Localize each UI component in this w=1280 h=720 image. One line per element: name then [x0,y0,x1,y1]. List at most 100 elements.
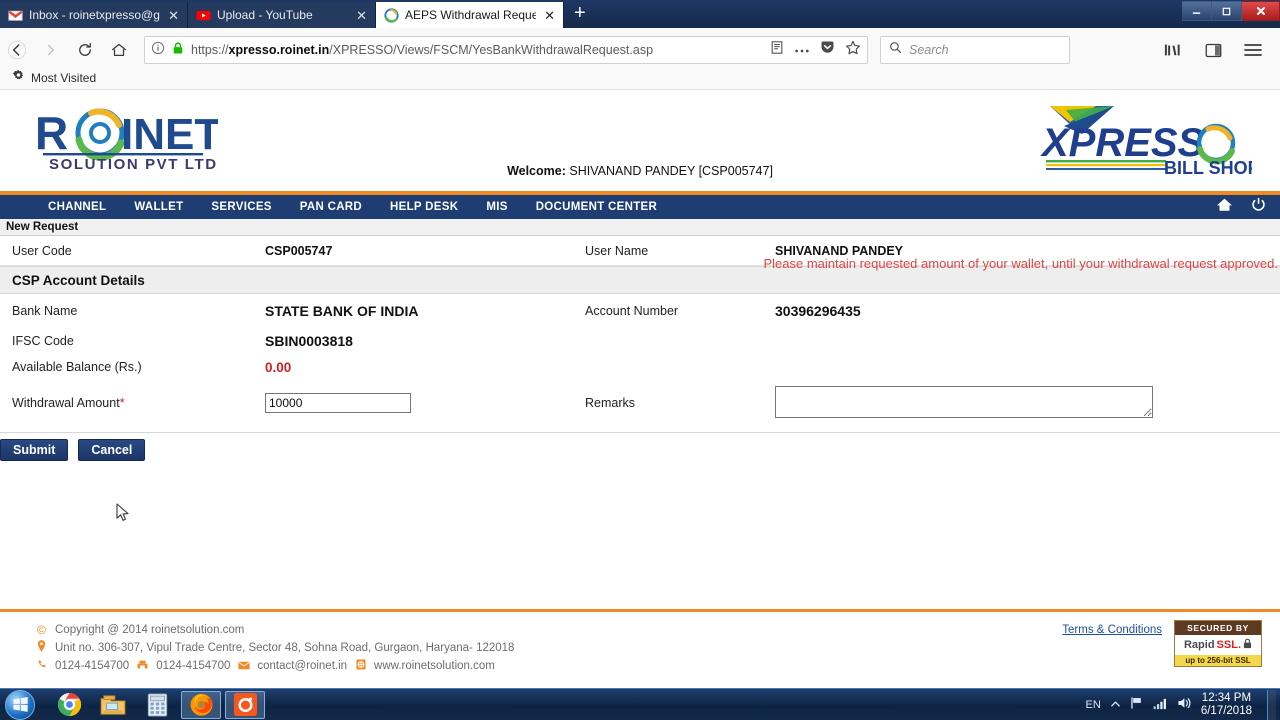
account-number-value: 30396296435 [775,303,861,319]
windows-taskbar: EN 12:34 PM 6/17/2018 [0,688,1280,720]
address-bar-url: https://xpresso.roinet.in/XPRESSO/Views/… [191,43,654,57]
gear-icon [12,69,25,87]
action-center-flag-icon[interactable] [1130,696,1144,713]
search-input[interactable]: Search [909,43,949,57]
footer-phone-text: 0124-4154700 [55,659,130,672]
form-actions: Submit Cancel Please maintain requested … [0,256,1280,461]
power-icon[interactable] [1251,197,1266,217]
welcome-user: SHIVANAND PANDEY [CSP005747] [569,164,773,178]
windows-start-orb[interactable] [5,689,35,720]
home-icon[interactable] [102,33,136,67]
nav-item-document-center[interactable]: DOCUMENT CENTER [522,201,671,213]
tab-title: Upload - YouTube [217,8,313,22]
withdrawal-amount-label: Withdrawal Amount* [12,396,125,410]
padlock-icon [1243,636,1252,654]
browser-tab-aeps-withdrawal-request[interactable]: AEPS Withdrawal Request ✕ [376,2,564,28]
taskbar-clock[interactable]: 12:34 PM 6/17/2018 [1201,692,1252,718]
roinet-icon [384,7,399,23]
tab-strip: Inbox - roinetxpresso@gmail.c ✕ Upload -… [0,0,596,28]
form-row-balance: Available Balance (Rs.) 0.00 [0,354,1280,380]
browser-tab-gmail[interactable]: Inbox - roinetxpresso@gmail.c ✕ [0,2,188,28]
remarks-textarea[interactable] [775,385,1153,418]
bookmarks-toolbar: Most Visited [0,66,1280,90]
roinet-logo[interactable]: R INET SOLUTION PVT LTD [33,105,221,173]
search-icon [889,41,902,59]
search-bar[interactable]: Search [880,36,1070,64]
volume-icon[interactable] [1177,696,1192,713]
network-signal-icon[interactable] [1153,697,1168,713]
withdrawal-request-form: User Code CSP005747 User Name SHIVANAND … [0,236,1280,461]
remarks-label: Remarks [585,396,636,410]
bank-name-label: Bank Name [12,304,78,318]
form-row-ifsc: IFSC Code SBIN0003818 [0,328,1280,354]
footer-address-text: Unit no. 306-307, Vipul Trade Centre, Se… [55,641,515,654]
ssl-badge-brand-b: SSL. [1216,639,1241,651]
pocket-icon[interactable] [820,40,835,60]
globe-icon [354,659,367,673]
nav-item-wallet[interactable]: WALLET [120,201,197,213]
welcome-message: Welcome: SHIVANAND PANDEY [CSP005747] [0,164,1280,178]
ifsc-code-value: SBIN0003818 [265,333,353,349]
terms-and-conditions-link[interactable]: Terms & Conditions [1062,624,1162,636]
forward-arrow-icon [34,33,68,67]
taskbar-firefox-icon[interactable] [181,690,221,719]
home-icon[interactable] [1216,197,1233,217]
site-header: R INET SOLUTION PVT LTD XPRESS BILL SHOP… [0,90,1280,191]
browser-tab-youtube[interactable]: Upload - YouTube ✕ [188,2,376,28]
site-footer: © Copyright @ 2014 roinetsolution.com Un… [0,609,1280,688]
web-page-content: R INET SOLUTION PVT LTD XPRESS BILL SHOP… [0,90,1280,688]
nav-item-services[interactable]: SERVICES [197,201,285,213]
footer-email-text[interactable]: contact@roinet.in [257,660,347,672]
footer-right: Terms & Conditions SECURED BY Rapid SSL. … [1062,620,1262,667]
toolbar-right-actions [1156,33,1280,67]
chevron-up-icon[interactable] [1110,699,1121,711]
footer-website-text[interactable]: www.roinetsolution.com [374,660,495,672]
envelope-icon [237,659,250,673]
screen: Inbox - roinetxpresso@gmail.c ✕ Upload -… [0,0,1280,720]
bookmark-most-visited[interactable]: Most Visited [31,71,96,85]
page-actions-icon[interactable] [794,41,810,59]
taskbar-file-explorer-icon[interactable] [93,691,133,719]
show-desktop-button[interactable] [1267,689,1276,720]
rapidssl-badge[interactable]: SECURED BY Rapid SSL. up to 256-bit SSL [1174,620,1262,667]
back-arrow-icon[interactable] [0,33,34,67]
required-asterisk: * [119,396,125,410]
sidebar-icon[interactable] [1196,33,1230,67]
taskbar-calculator-icon[interactable] [137,691,177,719]
close-button[interactable] [1242,1,1280,21]
close-icon[interactable]: ✕ [166,9,181,22]
copyright-icon: © [37,622,46,637]
close-icon[interactable]: ✕ [542,9,557,22]
bookmark-star-icon[interactable] [845,40,861,61]
ssl-badge-top-text: SECURED BY [1175,621,1261,635]
hamburger-menu-icon[interactable] [1236,33,1270,67]
padlock-icon[interactable] [172,41,184,60]
maximize-button[interactable] [1212,1,1242,21]
gmail-icon [8,8,23,23]
reload-icon[interactable] [68,33,102,67]
form-row-bank: Bank Name STATE BANK OF INDIA Account Nu… [0,294,1280,328]
minimize-button[interactable] [1182,1,1212,21]
nav-item-help-desk[interactable]: HELP DESK [376,201,472,213]
nav-item-pan-card[interactable]: PAN CARD [286,201,376,213]
address-bar[interactable]: https://xpresso.roinet.in/XPRESSO/Views/… [144,36,868,64]
close-icon[interactable]: ✕ [354,9,369,22]
withdrawal-amount-input[interactable] [265,393,411,413]
withdrawal-amount-input-cell [265,393,585,413]
page-info-icon[interactable] [151,41,165,60]
nav-item-mis[interactable]: MIS [472,201,521,213]
submit-button[interactable]: Submit [0,439,69,461]
bank-name-value: STATE BANK OF INDIA [265,303,419,319]
youtube-icon [196,8,211,23]
cancel-button[interactable]: Cancel [78,439,146,461]
tray-language[interactable]: EN [1086,699,1101,711]
taskbar-camera-app-icon[interactable] [225,690,265,719]
taskbar-chrome-icon[interactable] [49,691,89,719]
reader-view-icon[interactable] [770,40,784,60]
new-tab-button[interactable]: + [564,3,596,25]
clock-date: 6/17/2018 [1200,704,1252,717]
nav-item-channel[interactable]: CHANNEL [34,201,120,213]
page-title: New Request [6,221,79,233]
library-icon[interactable] [1156,33,1190,67]
footer-copyright-text: Copyright @ 2014 roinetsolution.com [55,623,245,636]
